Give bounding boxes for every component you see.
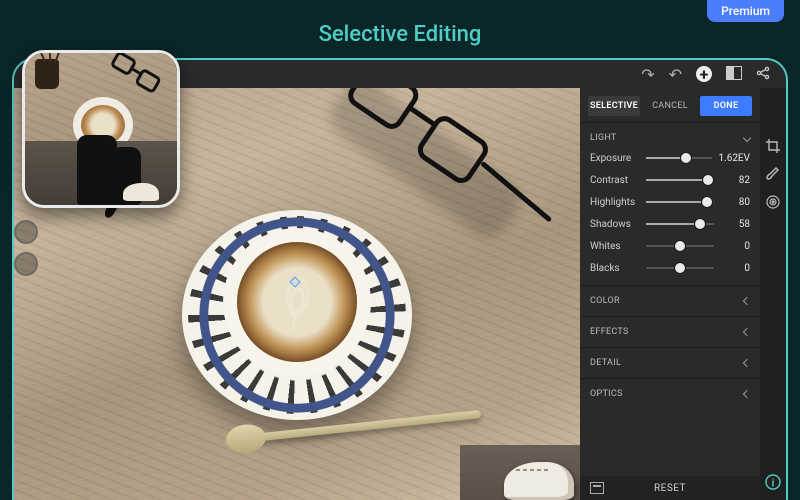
add-icon[interactable]: + [696,66,712,82]
row-blacks: Blacks 0 [590,257,750,279]
section-light: LIGHT Exposure 1.62EV Contrast 82 Highli… [580,122,760,285]
tab-done[interactable]: DONE [700,96,752,116]
undo-icon[interactable]: ↶ [669,65,682,84]
section-light-label: LIGHT [590,133,617,143]
whites-slider[interactable] [646,245,714,247]
share-icon[interactable] [756,65,770,84]
tab-cancel[interactable]: CANCEL [644,96,696,116]
brush-icon[interactable] [765,166,781,182]
filmstrip-icon[interactable] [590,482,604,494]
row-shadows: Shadows 58 [590,213,750,235]
row-exposure: Exposure 1.62EV [590,147,750,169]
highlights-value: 80 [720,197,750,208]
row-contrast: Contrast 82 [590,169,750,191]
chevron-down-icon [743,134,751,142]
whites-label: Whites [590,241,640,252]
section-optics[interactable]: OPTICS [580,378,760,409]
crop-icon[interactable] [765,138,781,154]
contrast-label: Contrast [590,175,640,186]
section-effects[interactable]: EFFECTS [580,316,760,347]
tab-selective[interactable]: SELECTIVE [588,96,640,116]
left-tool-2[interactable] [14,252,38,276]
whites-value: 0 [720,241,750,252]
section-light-header[interactable]: LIGHT [590,129,750,147]
shoe-prop [504,462,574,500]
thumbnail-preview[interactable] [22,50,180,208]
info-icon[interactable] [765,474,781,490]
section-color-label: COLOR [590,296,620,306]
exposure-label: Exposure [590,153,640,164]
row-whites: Whites 0 [590,235,750,257]
premium-badge: Premium [707,0,784,22]
blacks-slider[interactable] [646,267,714,269]
left-tool-1[interactable] [14,220,38,244]
reset-button[interactable]: RESET [654,483,686,494]
edit-panel: SELECTIVE CANCEL DONE LIGHT Exposure 1.6… [580,88,760,500]
shadows-value: 58 [720,219,750,230]
chevron-left-icon [743,297,751,305]
chevron-left-icon [743,359,751,367]
contrast-value: 82 [720,175,750,186]
section-optics-label: OPTICS [590,389,623,399]
tool-strip [760,88,786,500]
highlights-slider[interactable] [646,201,714,203]
chevron-left-icon [743,390,751,398]
blacks-value: 0 [720,263,750,274]
section-color[interactable]: COLOR [580,285,760,316]
headline: Selective Editing [0,22,800,47]
section-detail[interactable]: DETAIL [580,347,760,378]
left-tool-dots [14,220,38,276]
highlights-label: Highlights [590,197,640,208]
exposure-value: 1.62EV [718,153,750,164]
coffee [237,242,357,362]
radial-icon[interactable] [765,194,781,210]
mode-tabs: SELECTIVE CANCEL DONE [580,88,760,122]
blacks-label: Blacks [590,263,640,274]
bottom-bar: RESET [580,476,760,500]
section-detail-label: DETAIL [590,358,621,368]
chevron-left-icon [743,328,751,336]
exposure-slider[interactable] [646,157,712,159]
shadows-label: Shadows [590,219,640,230]
row-highlights: Highlights 80 [590,191,750,213]
compare-icon[interactable] [726,65,742,84]
section-effects-label: EFFECTS [590,327,629,337]
shadows-slider[interactable] [646,223,714,225]
contrast-slider[interactable] [646,179,714,181]
redo-icon[interactable]: ↷ [641,65,654,84]
